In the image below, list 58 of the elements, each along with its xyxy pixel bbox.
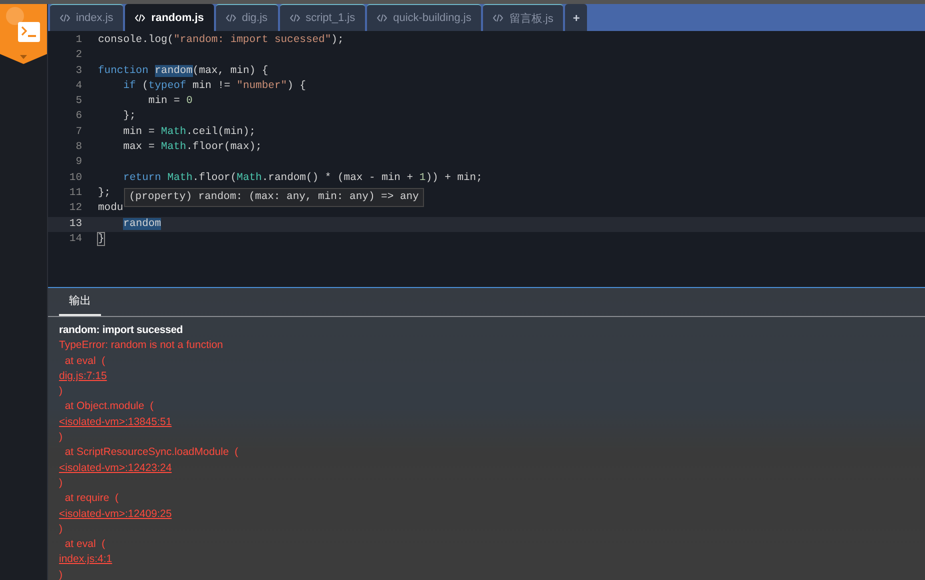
error-text: at eval (	[64, 354, 106, 369]
source-link[interactable]: <isolated-vm>:13845:51	[59, 414, 172, 430]
error-text: )	[59, 476, 62, 491]
code-icon	[226, 14, 236, 22]
line-number: 1	[74, 33, 83, 48]
code-line: };	[98, 186, 111, 201]
file-tab[interactable]: random.js	[125, 4, 214, 31]
source-link[interactable]: index.js:4:1	[59, 552, 112, 568]
line-number: 12	[68, 201, 83, 216]
output-tab[interactable]: 输出	[59, 288, 101, 316]
line-number: 3	[74, 64, 83, 79]
code-icon	[290, 14, 300, 22]
error-text: at ScriptResourceSync.loadModule (	[64, 445, 238, 460]
source-link[interactable]: <isolated-vm>:12423:24	[59, 460, 172, 476]
line-number: 11	[68, 186, 83, 201]
code-icon	[377, 14, 388, 22]
error-text: )	[59, 384, 62, 400]
code-line: console.log("random: import sucessed");	[98, 33, 344, 48]
code-line: min = Math.ceil(min);	[122, 124, 256, 140]
code-line: }	[98, 232, 104, 247]
log-message: random: import sucessed	[59, 323, 183, 338]
error-text: at Object.module (	[64, 399, 154, 414]
file-tab[interactable]: 留言板.js	[483, 4, 564, 31]
code-line: modu	[98, 201, 124, 216]
file-tab[interactable]: dig.js	[216, 4, 278, 31]
terminal-logo-icon[interactable]	[0, 4, 47, 64]
code-icon	[135, 14, 146, 22]
error-text: at require (	[64, 491, 119, 506]
line-number: 7	[74, 124, 83, 140]
code-icon	[60, 14, 70, 22]
source-link[interactable]: dig.js:7:15	[59, 368, 107, 384]
code-line: if (typeof min != "number") {	[122, 78, 306, 94]
line-number: 5	[74, 94, 83, 110]
code-line: max = Math.floor(max);	[122, 140, 262, 156]
code-line: };	[122, 109, 136, 124]
error-text: TypeError: random is not a function	[59, 338, 223, 354]
code-icon	[493, 14, 504, 22]
hover-tooltip: (property) random: (max: any, min: any) => any	[124, 188, 424, 207]
line-number: 2	[74, 48, 83, 64]
line-number: 13	[68, 216, 83, 232]
line-number: 9	[74, 155, 83, 170]
file-tab[interactable]: quick-building.js	[367, 4, 482, 31]
source-link[interactable]: <isolated-vm>:12409:25	[59, 506, 172, 522]
error-text: )	[59, 430, 62, 446]
line-number: 10	[68, 170, 83, 186]
line-number: 4	[74, 78, 83, 94]
file-tab[interactable]: index.js	[50, 4, 124, 31]
code-line: return Math.floor(Math.random() * (max - min + 1)) + min;	[122, 170, 482, 186]
new-tab-button[interactable]: +	[565, 4, 588, 31]
error-text: )	[59, 522, 62, 537]
line-number: 14	[68, 232, 83, 247]
line-number: 6	[74, 109, 83, 124]
error-text: at eval (	[64, 537, 106, 552]
error-text: )	[59, 568, 62, 580]
line-number: 8	[74, 140, 83, 156]
code-line: function random(max, min) {	[98, 64, 268, 79]
file-tab[interactable]: script_1.js	[280, 4, 366, 31]
code-line: min = 0	[147, 94, 193, 110]
